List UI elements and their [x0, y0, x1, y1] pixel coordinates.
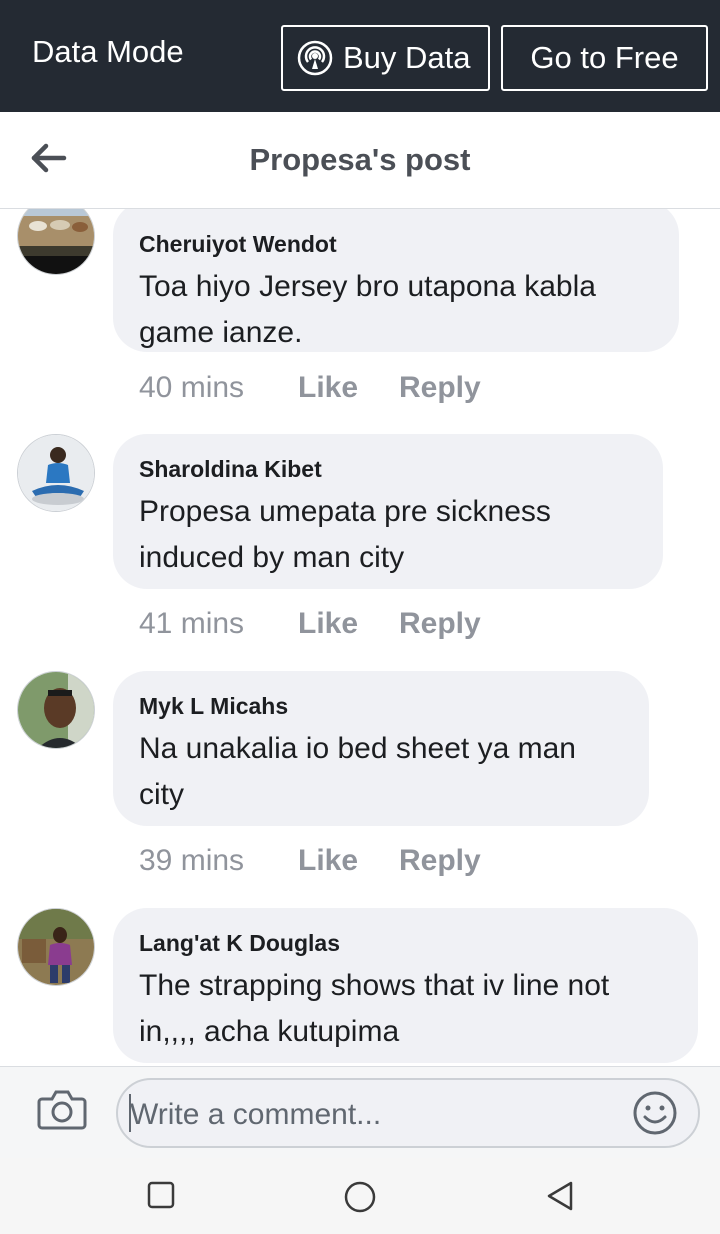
- comment-composer: Write a comment...: [0, 1066, 720, 1159]
- comment-input[interactable]: Write a comment...: [116, 1078, 700, 1148]
- comment-bubble[interactable]: Myk L Micahs Na unakalia io bed sheet ya…: [113, 671, 649, 826]
- emoji-icon[interactable]: [632, 1090, 678, 1136]
- avatar[interactable]: [17, 434, 95, 512]
- comment-author[interactable]: Lang'at K Douglas: [139, 930, 672, 957]
- reply-button[interactable]: Reply: [399, 844, 481, 878]
- comment-text: Toa hiyo Jersey bro utapona kabla game i…: [139, 270, 596, 349]
- comment-author[interactable]: Sharoldina Kibet: [139, 456, 637, 483]
- comment-actions: 39 mins Like Reply: [139, 844, 481, 878]
- comment-author[interactable]: Myk L Micahs: [139, 693, 623, 720]
- go-to-free-button[interactable]: Go to Free: [501, 25, 708, 91]
- comment-bubble[interactable]: Lang'at K Douglas The strapping shows th…: [113, 908, 698, 1063]
- post-header: Propesa's post: [0, 112, 720, 209]
- like-button[interactable]: Like: [298, 607, 399, 641]
- comment-input-placeholder: Write a comment...: [130, 1098, 382, 1131]
- system-nav-bar: [0, 1158, 720, 1234]
- comment-timestamp[interactable]: 39 mins: [139, 844, 298, 878]
- comment-timestamp[interactable]: 41 mins: [139, 607, 298, 641]
- buy-data-label: Buy Data: [343, 40, 471, 75]
- reply-button[interactable]: Reply: [399, 607, 481, 641]
- buy-data-button[interactable]: Buy Data: [281, 25, 490, 91]
- broadcast-icon: [297, 40, 333, 76]
- data-mode-label: Data Mode: [32, 34, 184, 69]
- avatar[interactable]: [17, 671, 95, 749]
- camera-icon[interactable]: [36, 1085, 88, 1133]
- avatar[interactable]: [17, 908, 95, 986]
- comment-actions: 40 mins Like Reply: [139, 371, 481, 405]
- comment-actions: 41 mins Like Reply: [139, 607, 481, 641]
- reply-button[interactable]: Reply: [399, 371, 481, 405]
- like-button[interactable]: Like: [298, 844, 399, 878]
- back-icon[interactable]: [545, 1180, 575, 1212]
- data-mode-bar: Data Mode Buy Data Go to Free: [0, 0, 720, 112]
- like-button[interactable]: Like: [298, 371, 399, 405]
- avatar[interactable]: [17, 209, 95, 275]
- go-to-free-label: Go to Free: [530, 40, 679, 75]
- comment-author[interactable]: Cheruiyot Wendot: [139, 231, 653, 258]
- home-icon[interactable]: [343, 1180, 377, 1214]
- comment-list[interactable]: Cheruiyot Wendot Toa hiyo Jersey bro uta…: [0, 209, 720, 1066]
- comment-text: The strapping shows that iv line not in,…: [139, 969, 610, 1048]
- comment-bubble[interactable]: Cheruiyot Wendot Toa hiyo Jersey bro uta…: [113, 209, 679, 352]
- comment-timestamp[interactable]: 40 mins: [139, 371, 298, 405]
- comment-text: Na unakalia io bed sheet ya man city: [139, 732, 576, 811]
- comment-text: Propesa umepata pre sickness induced by …: [139, 495, 551, 574]
- comment-bubble[interactable]: Sharoldina Kibet Propesa umepata pre sic…: [113, 434, 663, 589]
- page-title: Propesa's post: [249, 142, 471, 177]
- recent-apps-icon[interactable]: [146, 1180, 176, 1210]
